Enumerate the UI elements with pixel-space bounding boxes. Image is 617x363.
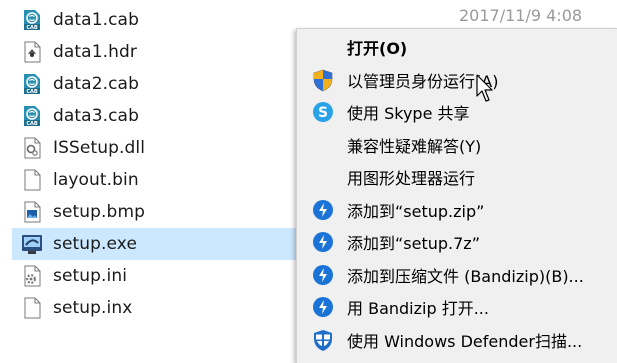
dll-file-icon: [20, 136, 44, 160]
bandizip-icon: [311, 230, 335, 254]
menu-item-label: 使用 Windows Defender扫描...: [347, 331, 583, 351]
blank-file-icon: [20, 168, 44, 192]
svg-text:CAB: CAB: [26, 25, 38, 31]
file-name: data1.hdr: [53, 42, 137, 62]
date-modified-text: 2017/11/9 4:08: [459, 8, 583, 24]
menu-item[interactable]: 用 Bandizip 打开...: [297, 291, 617, 323]
menu-item[interactable]: 以管理员身份运行(A): [297, 64, 617, 96]
svg-text:CAB: CAB: [26, 89, 38, 95]
installer-exe-icon: [20, 232, 44, 256]
blank-file-icon: [20, 296, 44, 320]
svg-text:S: S: [318, 105, 328, 121]
file-name: setup.inx: [53, 298, 133, 318]
menu-item-label: 添加到“setup.zip”: [347, 201, 485, 221]
file-name: data3.cab: [53, 106, 139, 126]
ini-settings-icon: [20, 264, 44, 288]
skype-icon: S: [311, 100, 335, 124]
file-name: layout.bin: [53, 170, 139, 190]
file-row[interactable]: layout.bin: [12, 164, 312, 196]
menu-item-label: 添加到“setup.7z”: [347, 234, 480, 253]
menu-item[interactable]: 添加到压缩文件 (Bandizip)(B)...: [297, 259, 617, 291]
bandizip-icon: [311, 198, 335, 222]
file-name: ISSetup.dll: [53, 138, 146, 158]
bandizip-icon: [311, 295, 335, 319]
file-row[interactable]: CAB data2.cab: [12, 68, 312, 100]
menu-item[interactable]: 添加到“setup.7z”: [297, 226, 617, 258]
cab-archive-icon: CAB: [20, 104, 44, 128]
file-row[interactable]: ISSetup.dll: [12, 132, 312, 164]
cab-archive-icon: CAB: [20, 72, 44, 96]
menu-item-label: 用 Bandizip 打开...: [347, 299, 489, 318]
menu-item[interactable]: S 使用 Skype 共享: [297, 96, 617, 128]
file-row[interactable]: setup.exe: [12, 228, 312, 260]
bitmap-image-icon: [20, 200, 44, 224]
svg-text:CAB: CAB: [26, 121, 38, 127]
file-row[interactable]: CAB data3.cab: [12, 100, 312, 132]
mouse-cursor-icon: [476, 74, 493, 102]
bandizip-icon: [311, 263, 335, 287]
menu-item-label: 兼容性疑难解答(Y): [347, 136, 482, 156]
menu-item[interactable]: 添加到“setup.zip”: [297, 194, 617, 226]
file-row[interactable]: CAB data1.cab: [12, 4, 312, 36]
menu-item[interactable]: 使用 Windows Defender扫描...: [297, 324, 617, 356]
file-name: data1.cab: [53, 10, 139, 30]
menu-item[interactable]: 打开(O): [297, 31, 617, 63]
hdr-file-icon: [20, 40, 44, 64]
menu-item-label: 用图形处理器运行: [347, 169, 476, 188]
uac-shield-icon: [311, 68, 335, 92]
menu-item-label: 使用 Skype 共享: [347, 104, 470, 123]
cab-archive-icon: CAB: [20, 8, 44, 32]
menu-item-label: 打开(O): [347, 39, 408, 58]
menu-item[interactable]: 兼容性疑难解答(Y): [297, 129, 617, 161]
file-name: setup.bmp: [53, 202, 145, 222]
file-row[interactable]: setup.ini: [12, 260, 312, 292]
file-name: setup.ini: [53, 266, 128, 286]
context-menu: 打开(O) 以管理员身份运行(A) S 使用 Skype 共享 兼容性疑难解答(Y…: [296, 28, 617, 363]
file-row[interactable]: data1.hdr: [12, 36, 312, 68]
file-row[interactable]: setup.inx: [12, 292, 312, 324]
file-name: data2.cab: [53, 74, 139, 94]
file-row[interactable]: setup.bmp: [12, 196, 312, 228]
windows-defender-icon: [311, 328, 335, 352]
menu-item[interactable]: 用图形处理器运行: [297, 161, 617, 193]
menu-item-label: 添加到压缩文件 (Bandizip)(B)...: [347, 266, 584, 286]
file-name: setup.exe: [53, 234, 138, 254]
